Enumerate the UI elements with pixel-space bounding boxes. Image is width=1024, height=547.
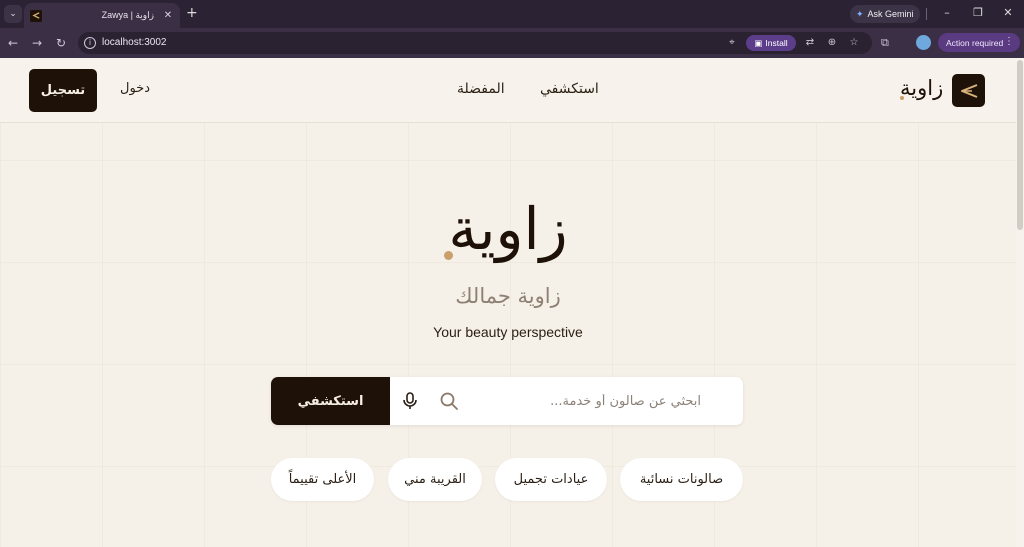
- nav-explore[interactable]: استكشفي: [540, 81, 599, 97]
- address-bar[interactable]: i localhost:3002 ⌖ ▣ Install ⇄ ⊕ ☆: [78, 32, 872, 54]
- search-icon[interactable]: [438, 390, 460, 412]
- browser-toolbar: ← → ↻ i localhost:3002 ⌖ ▣ Install ⇄ ⊕ ☆: [0, 28, 1024, 58]
- minimize-icon[interactable]: –: [940, 6, 954, 19]
- site-header: تسجيل دخول المفضلة استكشفي زاوية: [0, 58, 1016, 123]
- translate-icon[interactable]: ⇄: [804, 37, 816, 48]
- search-input[interactable]: [471, 387, 701, 415]
- ask-gemini-label: Ask Gemini: [867, 9, 914, 19]
- hero-title: زاوية: [448, 195, 568, 263]
- nav-favorites[interactable]: المفضلة: [457, 81, 505, 97]
- restore-icon[interactable]: ❐: [971, 6, 985, 19]
- zoom-icon[interactable]: ⊕: [826, 37, 838, 48]
- extensions-icon[interactable]: ⧉: [881, 36, 889, 50]
- chip-womens-salons[interactable]: صالونات نسائية: [620, 458, 743, 501]
- mic-icon[interactable]: [399, 390, 421, 412]
- search-bar: استكشفي: [271, 377, 743, 425]
- install-icon: ▣: [754, 37, 763, 48]
- chevron-down-icon: ⌄: [9, 9, 17, 19]
- profile-avatar[interactable]: [916, 35, 931, 50]
- hero-subtitle: زاوية جمالك: [455, 284, 561, 308]
- brand-dot: [900, 96, 904, 100]
- forward-icon[interactable]: →: [30, 36, 44, 50]
- browser-tab[interactable]: Zawya | زاوية ✕: [24, 3, 180, 28]
- install-button[interactable]: ▣ Install: [746, 35, 796, 51]
- hero-accent-dot: [444, 251, 453, 260]
- site-info-icon[interactable]: i: [84, 37, 96, 49]
- install-label: Install: [765, 38, 788, 48]
- url-text: localhost:3002: [102, 37, 167, 48]
- browser-tab-bar: ⌄ Zawya | زاوية ✕ + ✦ Ask Gemini – ❐ ✕: [0, 0, 1024, 28]
- action-required-label: Action required: [946, 37, 1004, 48]
- action-required-button[interactable]: Action required ⋮: [938, 33, 1020, 52]
- reload-icon[interactable]: ↻: [54, 36, 68, 50]
- menu-icon[interactable]: ⋮: [1004, 36, 1014, 47]
- brand-name[interactable]: زاوية: [900, 76, 943, 100]
- web-page: تسجيل دخول المفضلة استكشفي زاوية زاوية ز…: [0, 58, 1024, 547]
- favicon-icon: [30, 9, 42, 22]
- login-link[interactable]: دخول: [120, 81, 150, 96]
- hero-tagline: Your beauty perspective: [433, 324, 583, 340]
- bookmark-star-icon[interactable]: ☆: [848, 37, 860, 48]
- brand-logo-icon[interactable]: [952, 74, 985, 107]
- explore-search-button[interactable]: استكشفي: [271, 377, 390, 425]
- scrollbar-thumb[interactable]: [1017, 60, 1023, 230]
- tab-search-button[interactable]: ⌄: [4, 5, 22, 23]
- close-tab-icon[interactable]: ✕: [162, 10, 174, 21]
- divider: [926, 8, 927, 20]
- gemini-icon: ✦: [856, 8, 864, 19]
- location-icon[interactable]: ⌖: [726, 37, 738, 48]
- chip-nearby[interactable]: القريبة مني: [388, 458, 482, 501]
- new-tab-button[interactable]: +: [186, 5, 198, 21]
- signup-button[interactable]: تسجيل: [29, 69, 97, 112]
- tab-title: Zawya | زاوية: [101, 10, 154, 20]
- chip-top-rated[interactable]: الأعلى تقييماً: [271, 458, 374, 501]
- page-scrollbar[interactable]: [1016, 58, 1024, 547]
- ask-gemini-button[interactable]: ✦ Ask Gemini: [850, 5, 920, 23]
- chip-beauty-clinics[interactable]: عيادات تجميل: [495, 458, 607, 501]
- back-icon[interactable]: ←: [6, 36, 20, 50]
- close-window-icon[interactable]: ✕: [1001, 6, 1015, 19]
